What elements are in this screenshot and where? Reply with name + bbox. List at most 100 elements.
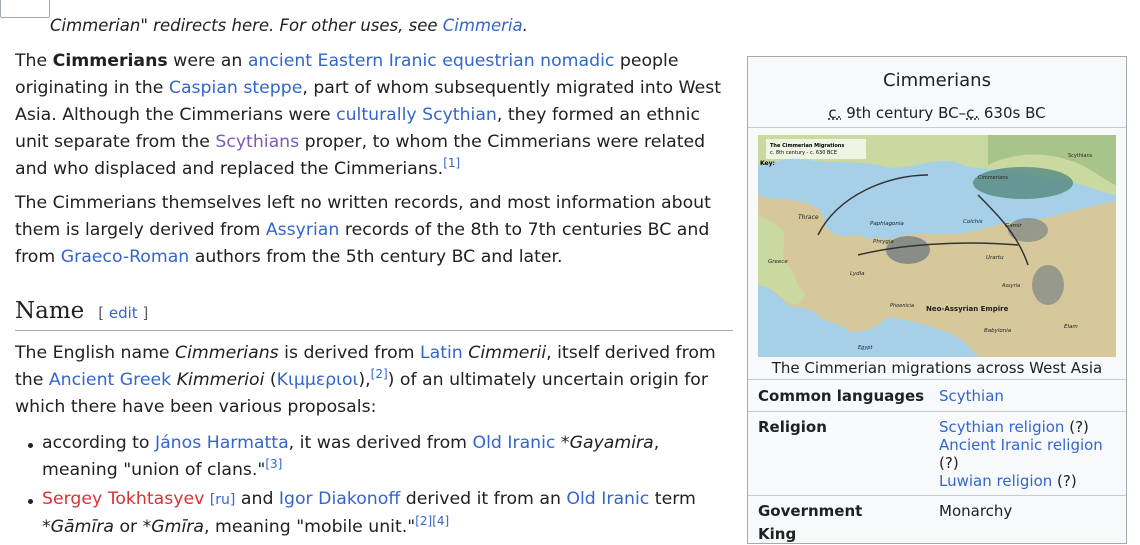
row-label: Government [758, 502, 863, 520]
ancient-eastern-iranic-link[interactable]: ancient Eastern Iranic equestrian nomadi… [248, 51, 615, 71]
italic-term: Kimmerioi [176, 370, 265, 390]
intro-paragraph-1: The Cimmerians were an ancient Eastern I… [15, 48, 735, 183]
toc-toggle-button[interactable] [0, 0, 50, 18]
culturally-scythian-link[interactable]: culturally Scythian [336, 105, 497, 125]
scythians-link[interactable]: Scythians [215, 132, 299, 152]
hatnote-text: Cimmerian" redirects here. For other use… [50, 16, 443, 35]
italic-term: Gāmīra [50, 517, 114, 537]
infobox-title: Cimmerians [883, 70, 991, 91]
text: The English name [15, 343, 176, 363]
text: derived it from an [400, 489, 567, 509]
old-iranic-link[interactable]: Old Iranic [473, 433, 556, 453]
list-item: Sergey Tokhtasyev [ru] and Igor Diakonof… [28, 486, 728, 541]
greek-word-link[interactable]: Κιμμεριοι [277, 370, 359, 390]
section-heading-name: Name [ edit ] [15, 296, 733, 331]
igor-diakonoff-link[interactable]: Igor Diakonoff [279, 489, 400, 509]
italic-term: Gayamira [569, 433, 654, 453]
text: The [15, 51, 53, 71]
row-label: Common languages [758, 387, 925, 405]
text: is derived from [278, 343, 420, 363]
svg-text:Thrace: Thrace [798, 214, 819, 221]
text: ( [264, 370, 277, 390]
svg-text:Egypt: Egypt [858, 345, 873, 351]
text: according to [42, 433, 155, 453]
svg-text:Phrygia: Phrygia [873, 239, 894, 245]
name-proposals-list: according to János Harmatta, it was deri… [28, 430, 728, 543]
bold-term: Cimmerians [52, 51, 168, 71]
text: ), [358, 370, 371, 390]
svg-text:Cimmerians: Cimmerians [978, 175, 1008, 181]
period-text: 630s BC [979, 104, 1046, 122]
old-iranic-link[interactable]: Old Iranic [566, 489, 649, 509]
sergey-tokhtasyev-link[interactable]: Sergey Tokhtasyev [42, 489, 204, 509]
edit-bracket: [ [98, 304, 109, 322]
svg-text:Assyria: Assyria [1001, 283, 1020, 289]
svg-text:Key:: Key: [760, 160, 775, 167]
edit-section: [ edit ] [98, 304, 148, 322]
reference-link[interactable]: [2] [371, 367, 388, 381]
bullet-icon [28, 443, 33, 448]
divider [748, 495, 1126, 496]
ancient-iranic-religion-link[interactable]: Ancient Iranic religion [939, 436, 1103, 454]
text: and [235, 489, 279, 509]
section-title: Name [15, 298, 85, 324]
text: , meaning "mobile unit." [204, 517, 416, 537]
svg-text:Gamir: Gamir [1005, 223, 1023, 229]
svg-text:Urartu: Urartu [986, 255, 1004, 261]
text: authors from the 5th century BC and late… [189, 247, 563, 267]
text: , it was derived from [288, 433, 473, 453]
svg-text:Elam: Elam [1064, 324, 1078, 330]
hatnote-end: . [522, 16, 528, 35]
row-value: Monarchy [939, 502, 1013, 520]
divider [748, 127, 1126, 128]
caspian-steppe-link[interactable]: Caspian steppe [169, 78, 302, 98]
map-caption: The Cimmerian migrations across West Asi… [771, 359, 1103, 377]
reference-link[interactable]: [2][4] [415, 514, 449, 528]
svg-text:Greece: Greece [768, 259, 788, 265]
svg-text:Phoenicia: Phoenicia [890, 303, 914, 309]
svg-text:The Cimmerian Migrations: The Cimmerian Migrations [770, 143, 844, 149]
reference-link[interactable]: [1] [443, 156, 460, 170]
italic-term: Gmīra [151, 517, 204, 537]
assyrian-link[interactable]: Assyrian [266, 220, 340, 240]
infobox: Cimmerians c. 9th century BC–c. 630s BC … [747, 56, 1127, 544]
row-label: Religion [758, 418, 827, 436]
svg-text:Scythians: Scythians [1068, 153, 1093, 159]
text: were an [167, 51, 248, 71]
list-item: according to János Harmatta, it was deri… [28, 430, 728, 484]
cimmeria-link[interactable]: Cimmeria [443, 16, 523, 35]
svg-text:c. 8th century - c. 630 BCE: c. 8th century - c. 630 BCE [770, 150, 837, 156]
svg-text:Neo-Assyrian Empire: Neo-Assyrian Empire [926, 305, 1009, 313]
uncertain-mark: (?) [1064, 418, 1089, 436]
svg-text:Lydia: Lydia [850, 271, 865, 277]
circa-abbr: c. [828, 104, 842, 122]
uncertain-mark: (?) [939, 454, 959, 472]
italic-term: Cimmerians [175, 343, 279, 363]
svg-text:Paphlagonia: Paphlagonia [870, 221, 904, 227]
russian-wiki-link[interactable]: [ru] [210, 492, 236, 508]
period-text: 9th century BC– [841, 104, 967, 122]
luwian-religion-link[interactable]: Luwian religion [939, 472, 1052, 490]
map-image: The Cimmerian Migrations c. 8th century … [758, 135, 1116, 357]
edit-bracket: ] [137, 304, 149, 322]
name-paragraph: The English name Cimmerians is derived f… [15, 340, 735, 421]
text: * [555, 433, 570, 453]
row-label: King [758, 525, 797, 543]
latin-link[interactable]: Latin [420, 343, 463, 363]
divider [748, 411, 1126, 412]
divider [748, 379, 1126, 380]
scythian-religion-link[interactable]: Scythian religion [939, 418, 1064, 436]
intro-paragraph-2: The Cimmerians themselves left no writte… [15, 190, 735, 271]
ancient-greek-link[interactable]: Ancient Greek [49, 370, 171, 390]
reference-link[interactable]: [3] [265, 457, 282, 471]
graeco-roman-link[interactable]: Graeco-Roman [61, 247, 190, 267]
scythian-language-link[interactable]: Scythian [939, 387, 1004, 405]
janos-harmatta-link[interactable]: János Harmatta [155, 433, 289, 453]
cimmerian-migrations-map[interactable]: The Cimmerian Migrations c. 8th century … [758, 135, 1116, 357]
svg-text:Babylonia: Babylonia [984, 328, 1012, 334]
edit-section-link[interactable]: edit [109, 304, 138, 322]
hatnote: Cimmerian" redirects here. For other use… [50, 15, 528, 37]
svg-text:Colchis: Colchis [963, 219, 983, 225]
italic-term: Cimmerii [468, 343, 547, 363]
bullet-icon [28, 499, 33, 504]
